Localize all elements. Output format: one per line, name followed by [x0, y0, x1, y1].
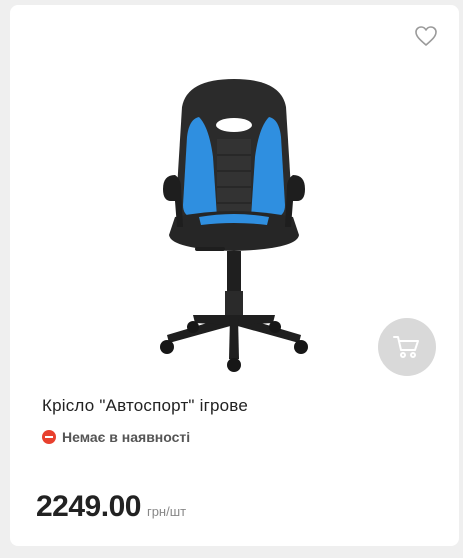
wishlist-button[interactable] [414, 25, 438, 47]
price-value: 2249.00 [36, 490, 141, 523]
availability-status: Немає в наявності [42, 429, 190, 445]
add-to-cart-button[interactable] [378, 318, 436, 376]
availability-text: Немає в наявності [62, 429, 191, 445]
product-card[interactable]: Крісло "Автоспорт" ігрове Немає в наявно… [10, 5, 459, 546]
product-title[interactable]: Крісло "Автоспорт" ігрове [42, 396, 248, 416]
unavailable-icon [42, 430, 56, 444]
product-image[interactable] [147, 77, 321, 377]
product-price: 2249.00 грн/шт [36, 490, 186, 524]
heart-icon [415, 26, 437, 46]
cart-icon [393, 336, 419, 358]
gaming-chair-image [160, 79, 308, 372]
price-unit: грн/шт [146, 504, 187, 519]
